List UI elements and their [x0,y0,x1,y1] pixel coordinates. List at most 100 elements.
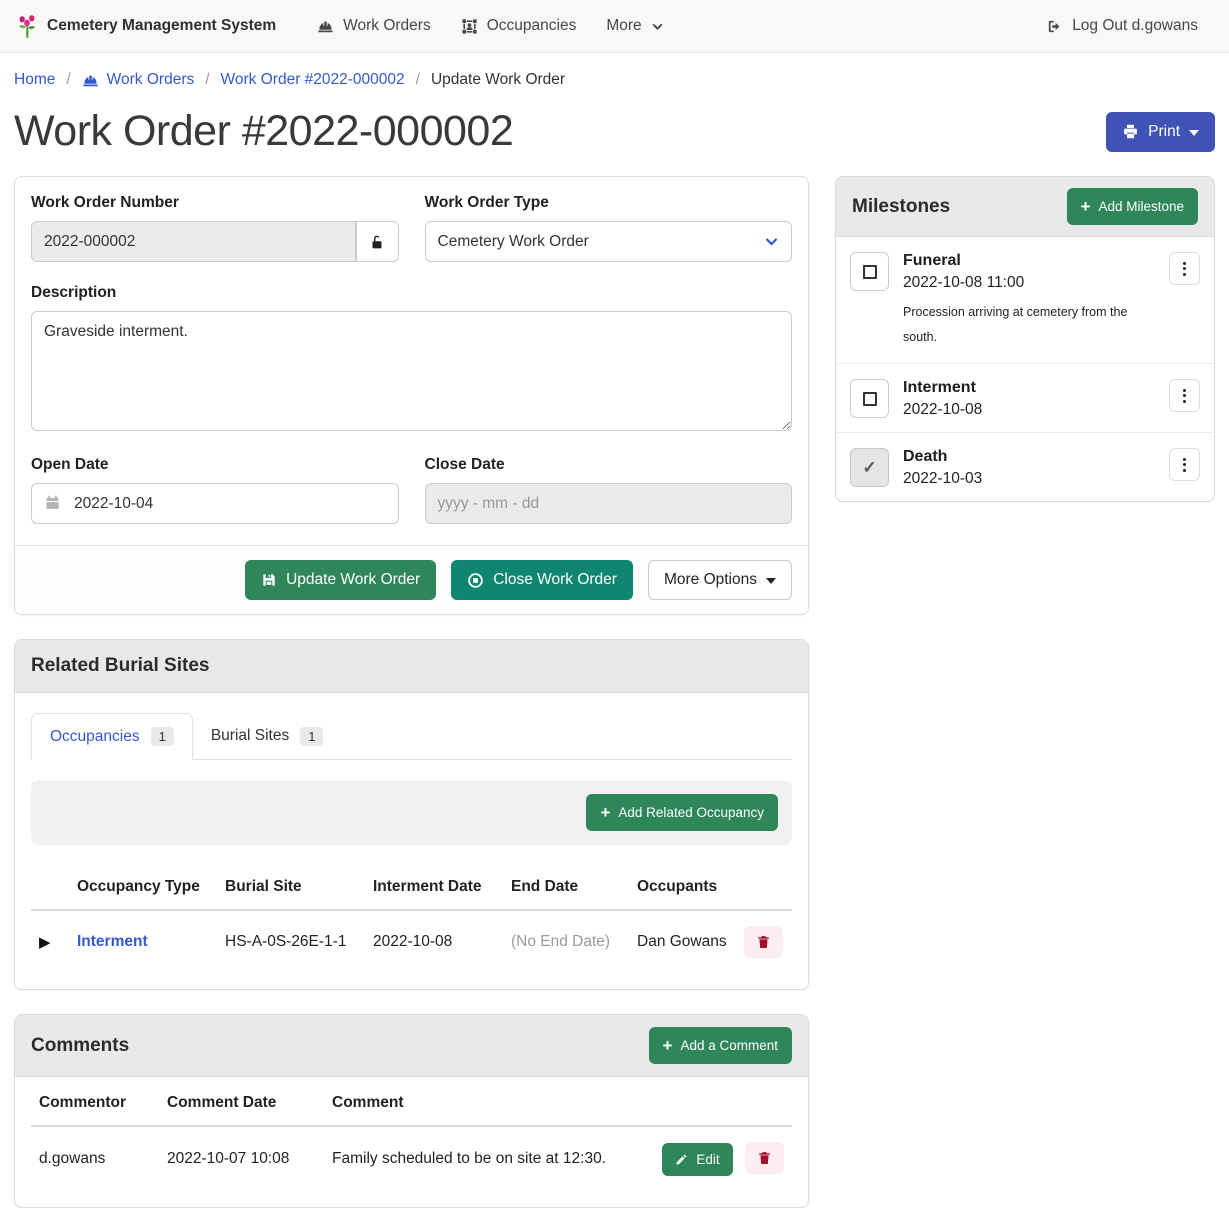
work-order-number-label: Work Order Number [31,194,399,212]
milestone-checkbox[interactable]: ✓ [850,252,889,291]
tab-occupancies[interactable]: Occupancies 1 [31,713,193,760]
close-date-label: Close Date [425,456,793,474]
comment-date-cell: 2022-10-07 10:08 [159,1126,324,1191]
nav-item-occupancies[interactable]: Occupancies [446,9,592,43]
nav-links: Work Orders Occupancies More [302,9,679,43]
open-date-input[interactable] [31,483,399,524]
tulip-logo-icon [16,13,38,39]
caret-down-icon [766,578,776,584]
work-order-type-select[interactable]: Cemetery Work Order [425,221,793,262]
open-date-label: Open Date [31,456,399,474]
milestone-item: ✓ Funeral 2022-10-08 11:00 Procession ar… [836,237,1214,364]
comments-table: Commentor Comment Date Comment d.gowans … [31,1081,792,1191]
milestone-menu-button[interactable] [1169,448,1200,481]
breadcrumb-home[interactable]: Home [14,71,55,89]
edit-comment-button[interactable]: Edit [662,1143,732,1176]
logout-link[interactable]: Log Out d.gowans [1031,9,1213,43]
lock-open-icon [368,233,386,251]
col-commentor: Commentor [31,1081,159,1126]
col-end-date: End Date [503,865,629,910]
description-textarea[interactable]: Graveside interment. [31,311,792,431]
comment-text-cell: Family scheduled to be on site at 12:30. [324,1126,654,1191]
burial-site-cell: HS-A-0S-26E-1-1 [217,910,365,973]
occupants-cell: Dan Gowans [629,910,736,973]
occupancies-toolbar: + Add Related Occupancy [31,780,792,845]
end-date-cell: (No End Date) [503,910,629,973]
milestone-title: Funeral [903,252,1155,270]
col-burial-site: Burial Site [217,865,365,910]
close-work-order-button[interactable]: Close Work Order [451,560,633,600]
add-milestone-button[interactable]: + Add Milestone [1067,188,1199,225]
nav-item-work-orders[interactable]: Work Orders [302,9,446,43]
col-occupants: Occupants [629,865,736,910]
form-actions: Update Work Order Close Work Order More … [15,545,808,614]
description-label: Description [31,284,792,302]
unlock-button[interactable] [356,221,398,262]
milestone-checkbox[interactable]: ✓ [850,379,889,418]
app-brand[interactable]: Cemetery Management System [16,13,276,39]
chevron-down-icon [651,20,664,33]
commentor-cell: d.gowans [31,1126,159,1191]
milestone-date: 2022-10-03 [903,470,1155,488]
add-comment-button[interactable]: + Add a Comment [649,1027,792,1064]
related-tabs: Occupancies 1 Burial Sites 1 [31,713,792,760]
milestone-checkbox[interactable]: ✓ [850,448,889,487]
update-work-order-button[interactable]: Update Work Order [245,560,436,600]
milestone-menu-button[interactable] [1169,379,1200,412]
milestone-title: Death [903,448,1155,466]
plus-icon: + [600,804,610,821]
breadcrumb-current: Update Work Order [431,71,565,89]
milestone-date: 2022-10-08 [903,401,1155,419]
breadcrumb-work-orders[interactable]: Work Orders [82,71,195,89]
milestone-date: 2022-10-08 11:00 [903,274,1155,292]
milestones-title: Milestones [852,196,950,218]
expand-row-icon[interactable]: ▶ [31,910,69,973]
related-burial-sites-title: Related Burial Sites [31,655,209,677]
occupancies-table: Occupancy Type Burial Site Interment Dat… [31,865,792,973]
col-comment: Comment [324,1081,654,1126]
comments-card: Comments + Add a Comment Commentor Comme… [14,1014,809,1208]
stop-circle-icon [467,572,484,589]
col-comment-date: Comment Date [159,1081,324,1126]
trash-icon [756,934,771,950]
occupant-frame-icon [461,18,478,35]
interment-date-cell: 2022-10-08 [365,910,503,973]
plus-icon: + [1081,198,1091,215]
chevron-down-icon [764,234,779,249]
occupancy-row: ▶ Interment HS-A-0S-26E-1-1 2022-10-08 (… [31,910,792,973]
nav-item-more[interactable]: More [591,9,678,43]
col-occupancy-type: Occupancy Type [69,865,217,910]
tab-burial-sites[interactable]: Burial Sites 1 [193,713,342,759]
logout-icon [1046,18,1063,35]
work-order-type-label: Work Order Type [425,194,793,212]
milestone-menu-button[interactable] [1169,252,1200,285]
close-date-input[interactable] [425,483,793,524]
comment-row: d.gowans 2022-10-07 10:08 Family schedul… [31,1126,792,1191]
calendar-icon [44,494,61,511]
milestones-card: Milestones + Add Milestone ✓ Funeral 202… [835,176,1215,502]
comments-title: Comments [31,1035,129,1057]
save-icon [261,572,277,588]
pencil-icon [675,1153,688,1166]
milestone-item: ✓ Death 2022-10-03 [836,433,1214,501]
delete-comment-button[interactable] [745,1142,784,1174]
plus-icon: + [663,1037,673,1054]
caret-down-icon [1189,130,1199,136]
add-related-occupancy-button[interactable]: + Add Related Occupancy [586,794,778,831]
breadcrumb: Home / Work Orders / Work Order #2022-00… [0,53,1229,95]
milestone-description: Procession arriving at cemetery from the… [903,300,1133,350]
hard-hat-icon [317,18,334,35]
col-interment-date: Interment Date [365,865,503,910]
occupancy-type-link[interactable]: Interment [77,933,148,950]
page-title: Work Order #2022-000002 [14,107,513,156]
trash-icon [757,1150,772,1166]
breadcrumb-work-order-number[interactable]: Work Order #2022-000002 [221,71,405,89]
related-burial-sites-card: Related Burial Sites Occupancies 1 Buria… [14,639,809,990]
hard-hat-icon [82,72,99,89]
print-button[interactable]: Print [1106,112,1215,152]
delete-occupancy-button[interactable] [744,926,783,958]
burial-sites-count-badge: 1 [300,727,323,746]
milestone-item: ✓ Interment 2022-10-08 [836,364,1214,433]
more-options-button[interactable]: More Options [648,560,792,600]
work-order-form-card: Work Order Number 2022-000002 [14,176,809,615]
